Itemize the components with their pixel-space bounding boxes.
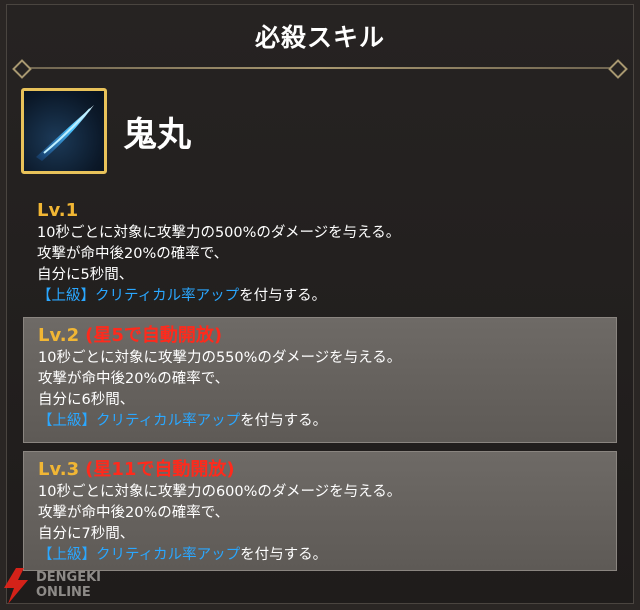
level-label: Lv.2 — [38, 325, 80, 346]
slash-icon — [21, 88, 107, 174]
watermark: DENGEKI ONLINE — [0, 566, 150, 606]
level-label: Lv.1 — [37, 200, 79, 221]
watermark-text: DENGEKI — [36, 570, 102, 585]
skill-header: 鬼丸 — [21, 87, 191, 175]
lightning-icon — [4, 568, 28, 604]
level-description: 10秒ごとに対象に攻撃力の600%のダメージを与える。 攻撃が命中後20%の確率… — [38, 484, 402, 563]
level-description: 10秒ごとに対象に攻撃力の550%のダメージを与える。 攻撃が命中後20%の確率… — [38, 350, 402, 429]
buff-name: 【上級】クリティカル率アップ — [37, 288, 240, 304]
unlock-condition: (星5で自動開放) — [85, 325, 223, 346]
skill-panel: 必殺スキル 鬼丸 Lv.1 10秒ごとに対象に攻撃力の500%のダメージを与える… — [6, 4, 634, 604]
panel-header: 必殺スキル — [7, 5, 633, 67]
skill-name: 鬼丸 — [123, 114, 191, 155]
unlock-condition: (星11で自動開放) — [85, 459, 235, 480]
level-label: Lv.3 — [38, 459, 80, 480]
level-block-2: Lv.2 (星5で自動開放) 10秒ごとに対象に攻撃力の550%のダメージを与える… — [23, 317, 617, 443]
watermark-text: ONLINE — [36, 585, 91, 600]
buff-name: 【上級】クリティカル率アップ — [38, 547, 241, 563]
header-divider — [19, 67, 619, 69]
panel-title: 必殺スキル — [254, 23, 385, 52]
level-block-3: Lv.3 (星11で自動開放) 10秒ごとに対象に攻撃力の600%のダメージを与え… — [23, 451, 617, 571]
level-description: 10秒ごとに対象に攻撃力の500%のダメージを与える。 攻撃が命中後20%の確率… — [37, 225, 401, 304]
level-block-1: Lv.1 10秒ごとに対象に攻撃力の500%のダメージを与える。 攻撃が命中後2… — [23, 193, 617, 304]
buff-name: 【上級】クリティカル率アップ — [38, 413, 241, 429]
